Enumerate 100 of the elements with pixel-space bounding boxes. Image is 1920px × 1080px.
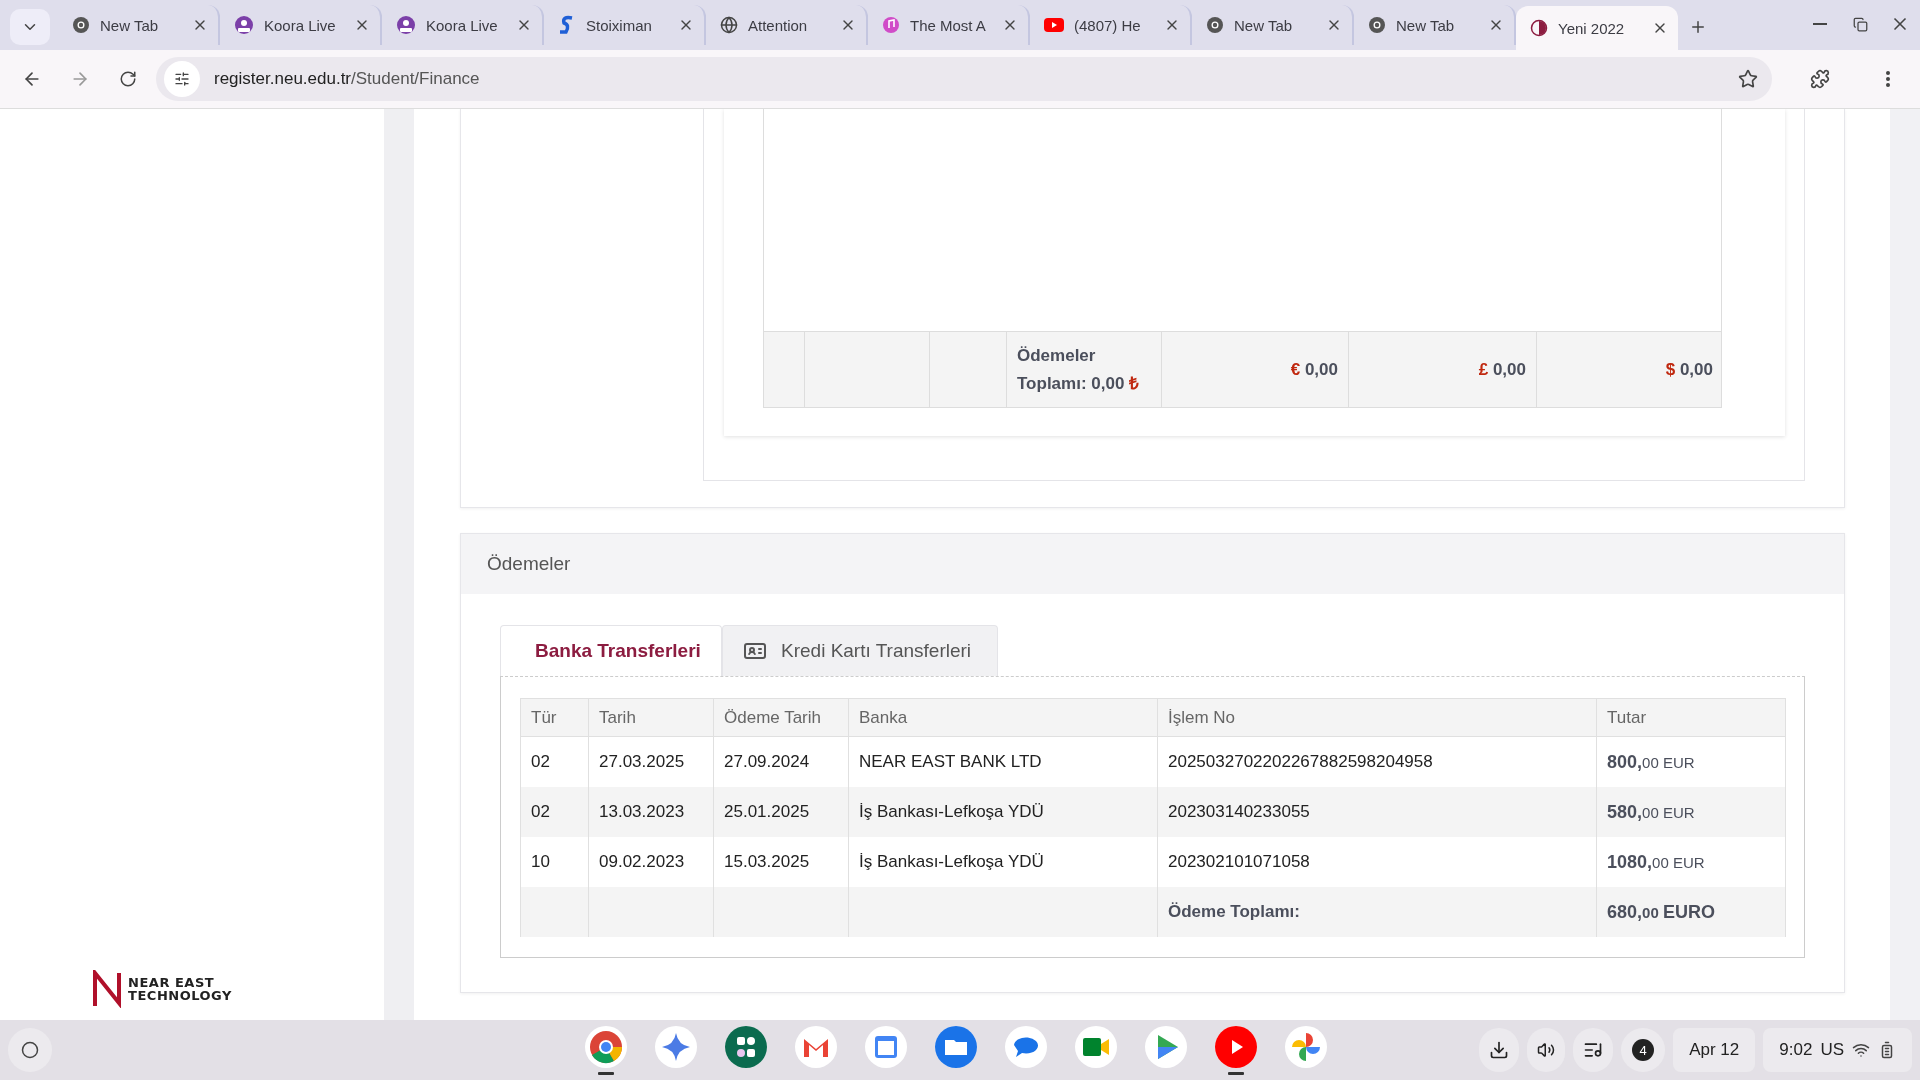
browser-tab[interactable]: (4807) He bbox=[1030, 5, 1192, 45]
holding-space-button[interactable] bbox=[1479, 1028, 1520, 1072]
tab-title: Koora Live bbox=[264, 16, 337, 34]
tab-title: The Most A bbox=[910, 16, 987, 34]
browser-tab[interactable]: Koora Live bbox=[220, 5, 382, 45]
column-header: Tarih bbox=[588, 698, 714, 737]
table-cell: 27.03.2025 bbox=[588, 736, 714, 787]
playlist-icon bbox=[1583, 1040, 1604, 1060]
globe-icon bbox=[720, 16, 738, 34]
column-header: Tutar bbox=[1596, 698, 1786, 737]
app-slot[interactable] bbox=[582, 1023, 630, 1077]
table-cell: 580,00 EUR bbox=[1596, 787, 1786, 837]
tab-title: Attention bbox=[748, 16, 809, 34]
tab-title: Yeni 2022 bbox=[1558, 19, 1626, 37]
site-settings-icon[interactable] bbox=[164, 61, 200, 97]
media-controls-button[interactable] bbox=[1573, 1028, 1614, 1072]
running-indicator bbox=[598, 1072, 614, 1075]
browser-tab[interactable]: The Most A bbox=[868, 5, 1030, 45]
person-badge-icon bbox=[396, 15, 416, 35]
table-cell: 15.03.2025 bbox=[713, 837, 849, 887]
chrome-icon bbox=[1206, 16, 1224, 34]
table-cell: NEAR EAST BANK LTD bbox=[848, 736, 1158, 787]
table-cell: 09.02.2023 bbox=[588, 837, 714, 887]
play-button-icon[interactable] bbox=[1214, 1025, 1258, 1069]
table-cell: 202303140233055 bbox=[1157, 787, 1597, 837]
menu-icon bbox=[1886, 71, 1890, 87]
star-icon[interactable] bbox=[1738, 69, 1758, 89]
play-button-icon bbox=[1044, 18, 1064, 32]
browser-tab[interactable]: New Tab bbox=[1192, 5, 1354, 45]
table-cell: 02 bbox=[520, 787, 589, 837]
minimize-icon bbox=[1813, 23, 1827, 25]
tab-title: Koora Live bbox=[426, 16, 499, 34]
tab-title: (4807) He bbox=[1074, 16, 1142, 34]
person-badge-icon bbox=[234, 15, 254, 35]
total-label: Ödeme Toplamı: bbox=[1157, 887, 1597, 937]
music-icon bbox=[882, 16, 900, 34]
table-cell: 2025032702202267882598204958 bbox=[1157, 736, 1597, 787]
total-amount: 680,00 EURO bbox=[1596, 887, 1786, 937]
half-circle-icon bbox=[1530, 19, 1548, 37]
plus-icon bbox=[1689, 18, 1707, 36]
sliders-icon bbox=[174, 71, 190, 87]
notifications-button[interactable]: 4 bbox=[1621, 1028, 1666, 1072]
audio-button[interactable] bbox=[1527, 1028, 1566, 1072]
tab-title: Stoiximan bbox=[586, 16, 653, 34]
chrome-icon bbox=[1368, 16, 1386, 34]
currency-amount: € 0,00 bbox=[1290, 358, 1338, 381]
tab-title: New Tab bbox=[1396, 16, 1456, 34]
running-indicator bbox=[1228, 1072, 1244, 1075]
table-cell: 1080,00 EUR bbox=[1596, 837, 1786, 887]
pinwheel-icon[interactable] bbox=[1284, 1025, 1328, 1069]
date-button[interactable]: Apr 12 bbox=[1673, 1028, 1756, 1072]
reload-icon bbox=[119, 70, 137, 88]
table-cell: 27.09.2024 bbox=[713, 736, 849, 787]
browser-tab[interactable]: Stoiximan bbox=[544, 5, 706, 45]
browser-tab[interactable]: New Tab bbox=[58, 5, 220, 45]
wifi-icon bbox=[1852, 1041, 1870, 1059]
address-bar[interactable]: register.neu.edu.tr/Student/Finance bbox=[156, 57, 1772, 101]
video-camera-icon[interactable] bbox=[1074, 1025, 1118, 1069]
table-cell: 10 bbox=[520, 837, 589, 887]
total-text: Ödemeler Toplamı: 0,00 ₺ bbox=[1017, 344, 1141, 395]
restore-icon bbox=[1852, 16, 1868, 32]
column-header: İşlem No bbox=[1157, 698, 1597, 737]
tab[interactable]: Kredi Kartı Transferleri bbox=[722, 625, 998, 676]
download-icon bbox=[1489, 1040, 1510, 1060]
browser-tab[interactable]: Attention bbox=[706, 5, 868, 45]
chrome-icon[interactable] bbox=[584, 1025, 628, 1069]
tab-title: New Tab bbox=[100, 16, 160, 34]
table-cell: 202302101071058 bbox=[1157, 837, 1597, 887]
chat-icon[interactable] bbox=[1004, 1025, 1048, 1069]
table-cell: İş Bankası-Lefkoşa YDÜ bbox=[848, 837, 1158, 887]
app-slot[interactable] bbox=[1212, 1023, 1260, 1077]
calendar-icon[interactable] bbox=[864, 1025, 908, 1069]
table-cell: 800,00 EUR bbox=[1596, 736, 1786, 787]
speaker-icon bbox=[1537, 1041, 1556, 1059]
browser-tab[interactable]: Yeni 2022 bbox=[1516, 6, 1678, 50]
chrome-icon bbox=[72, 16, 90, 34]
status-area[interactable]: 9:02 US bbox=[1763, 1028, 1912, 1072]
browser-tab[interactable]: Koora Live bbox=[382, 5, 544, 45]
clock-text: 9:02 bbox=[1779, 1040, 1813, 1060]
url-text: register.neu.edu.tr/Student/Finance bbox=[214, 69, 481, 89]
table-cell: 02 bbox=[520, 736, 589, 787]
logo-text: NEAR EAST TECHNOLOGY bbox=[128, 976, 232, 1002]
launcher-button[interactable] bbox=[8, 1028, 52, 1072]
table-cell: 25.01.2025 bbox=[713, 787, 849, 837]
mail-icon[interactable] bbox=[794, 1025, 838, 1069]
folder-icon[interactable] bbox=[934, 1025, 978, 1069]
keyboard-layout: US bbox=[1820, 1040, 1844, 1060]
tab[interactable]: Banka Transferleri bbox=[500, 625, 722, 676]
card-title: Ödemeler bbox=[461, 534, 1844, 594]
launcher-icon[interactable] bbox=[724, 1025, 768, 1069]
puzzle-icon bbox=[1810, 69, 1830, 89]
circle-icon bbox=[21, 1041, 39, 1059]
currency-amount: $ 0,00 bbox=[1665, 358, 1713, 381]
sparkle-icon[interactable] bbox=[654, 1025, 698, 1069]
tab-title: New Tab bbox=[1234, 16, 1294, 34]
table-cell: 13.03.2023 bbox=[588, 787, 714, 837]
table-cell: İş Bankası-Lefkoşa YDÜ bbox=[848, 787, 1158, 837]
currency-amount: £ 0,00 bbox=[1478, 358, 1526, 381]
column-header: Banka bbox=[848, 698, 1158, 737]
column-header: Tür bbox=[520, 698, 589, 737]
